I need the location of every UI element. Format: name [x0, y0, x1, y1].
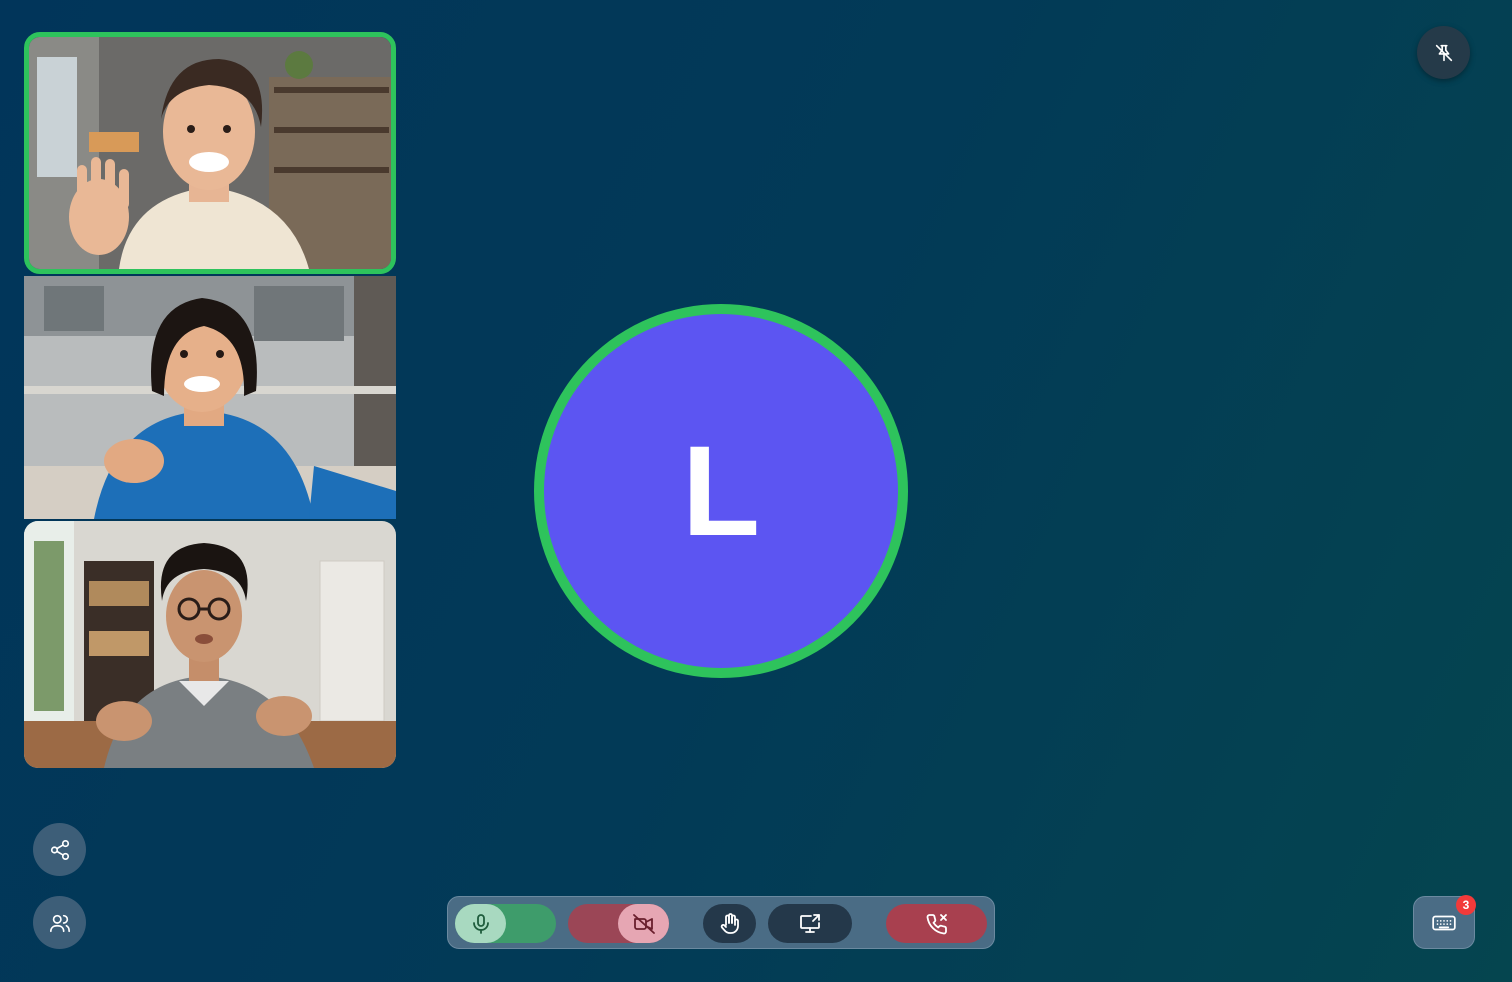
participant-video-2	[24, 276, 396, 519]
hand-icon	[720, 912, 739, 934]
share-link-button[interactable]	[33, 823, 86, 876]
participant-tile-3[interactable]	[24, 521, 396, 768]
notification-badge: 3	[1456, 895, 1476, 915]
mic-toggle-knob	[455, 904, 506, 943]
users-icon	[49, 914, 70, 932]
share-icon	[50, 839, 69, 860]
raise-hand-button[interactable]	[703, 904, 756, 943]
active-speaker-avatar: L	[534, 304, 908, 678]
mic-icon	[472, 913, 489, 934]
end-call-button[interactable]	[886, 904, 987, 943]
speaker-initial: L	[544, 314, 898, 668]
camera-toggle-knob	[618, 904, 669, 943]
video-off-icon	[632, 913, 655, 934]
mic-toggle[interactable]	[455, 904, 556, 943]
camera-toggle[interactable]	[568, 904, 669, 943]
participant-video-1	[29, 37, 391, 269]
call-controls-bar	[447, 896, 995, 949]
unpin-button[interactable]	[1417, 26, 1470, 79]
pin-off-icon	[1435, 44, 1452, 61]
screen-share-icon	[800, 913, 820, 933]
participant-video-3	[24, 521, 396, 768]
participants-button[interactable]	[33, 896, 86, 949]
share-screen-button[interactable]	[768, 904, 852, 943]
participant-tile-2[interactable]	[24, 276, 396, 519]
phone-x-icon	[926, 913, 947, 934]
participant-tile-1[interactable]	[24, 32, 396, 274]
keyboard-icon	[1432, 915, 1456, 930]
